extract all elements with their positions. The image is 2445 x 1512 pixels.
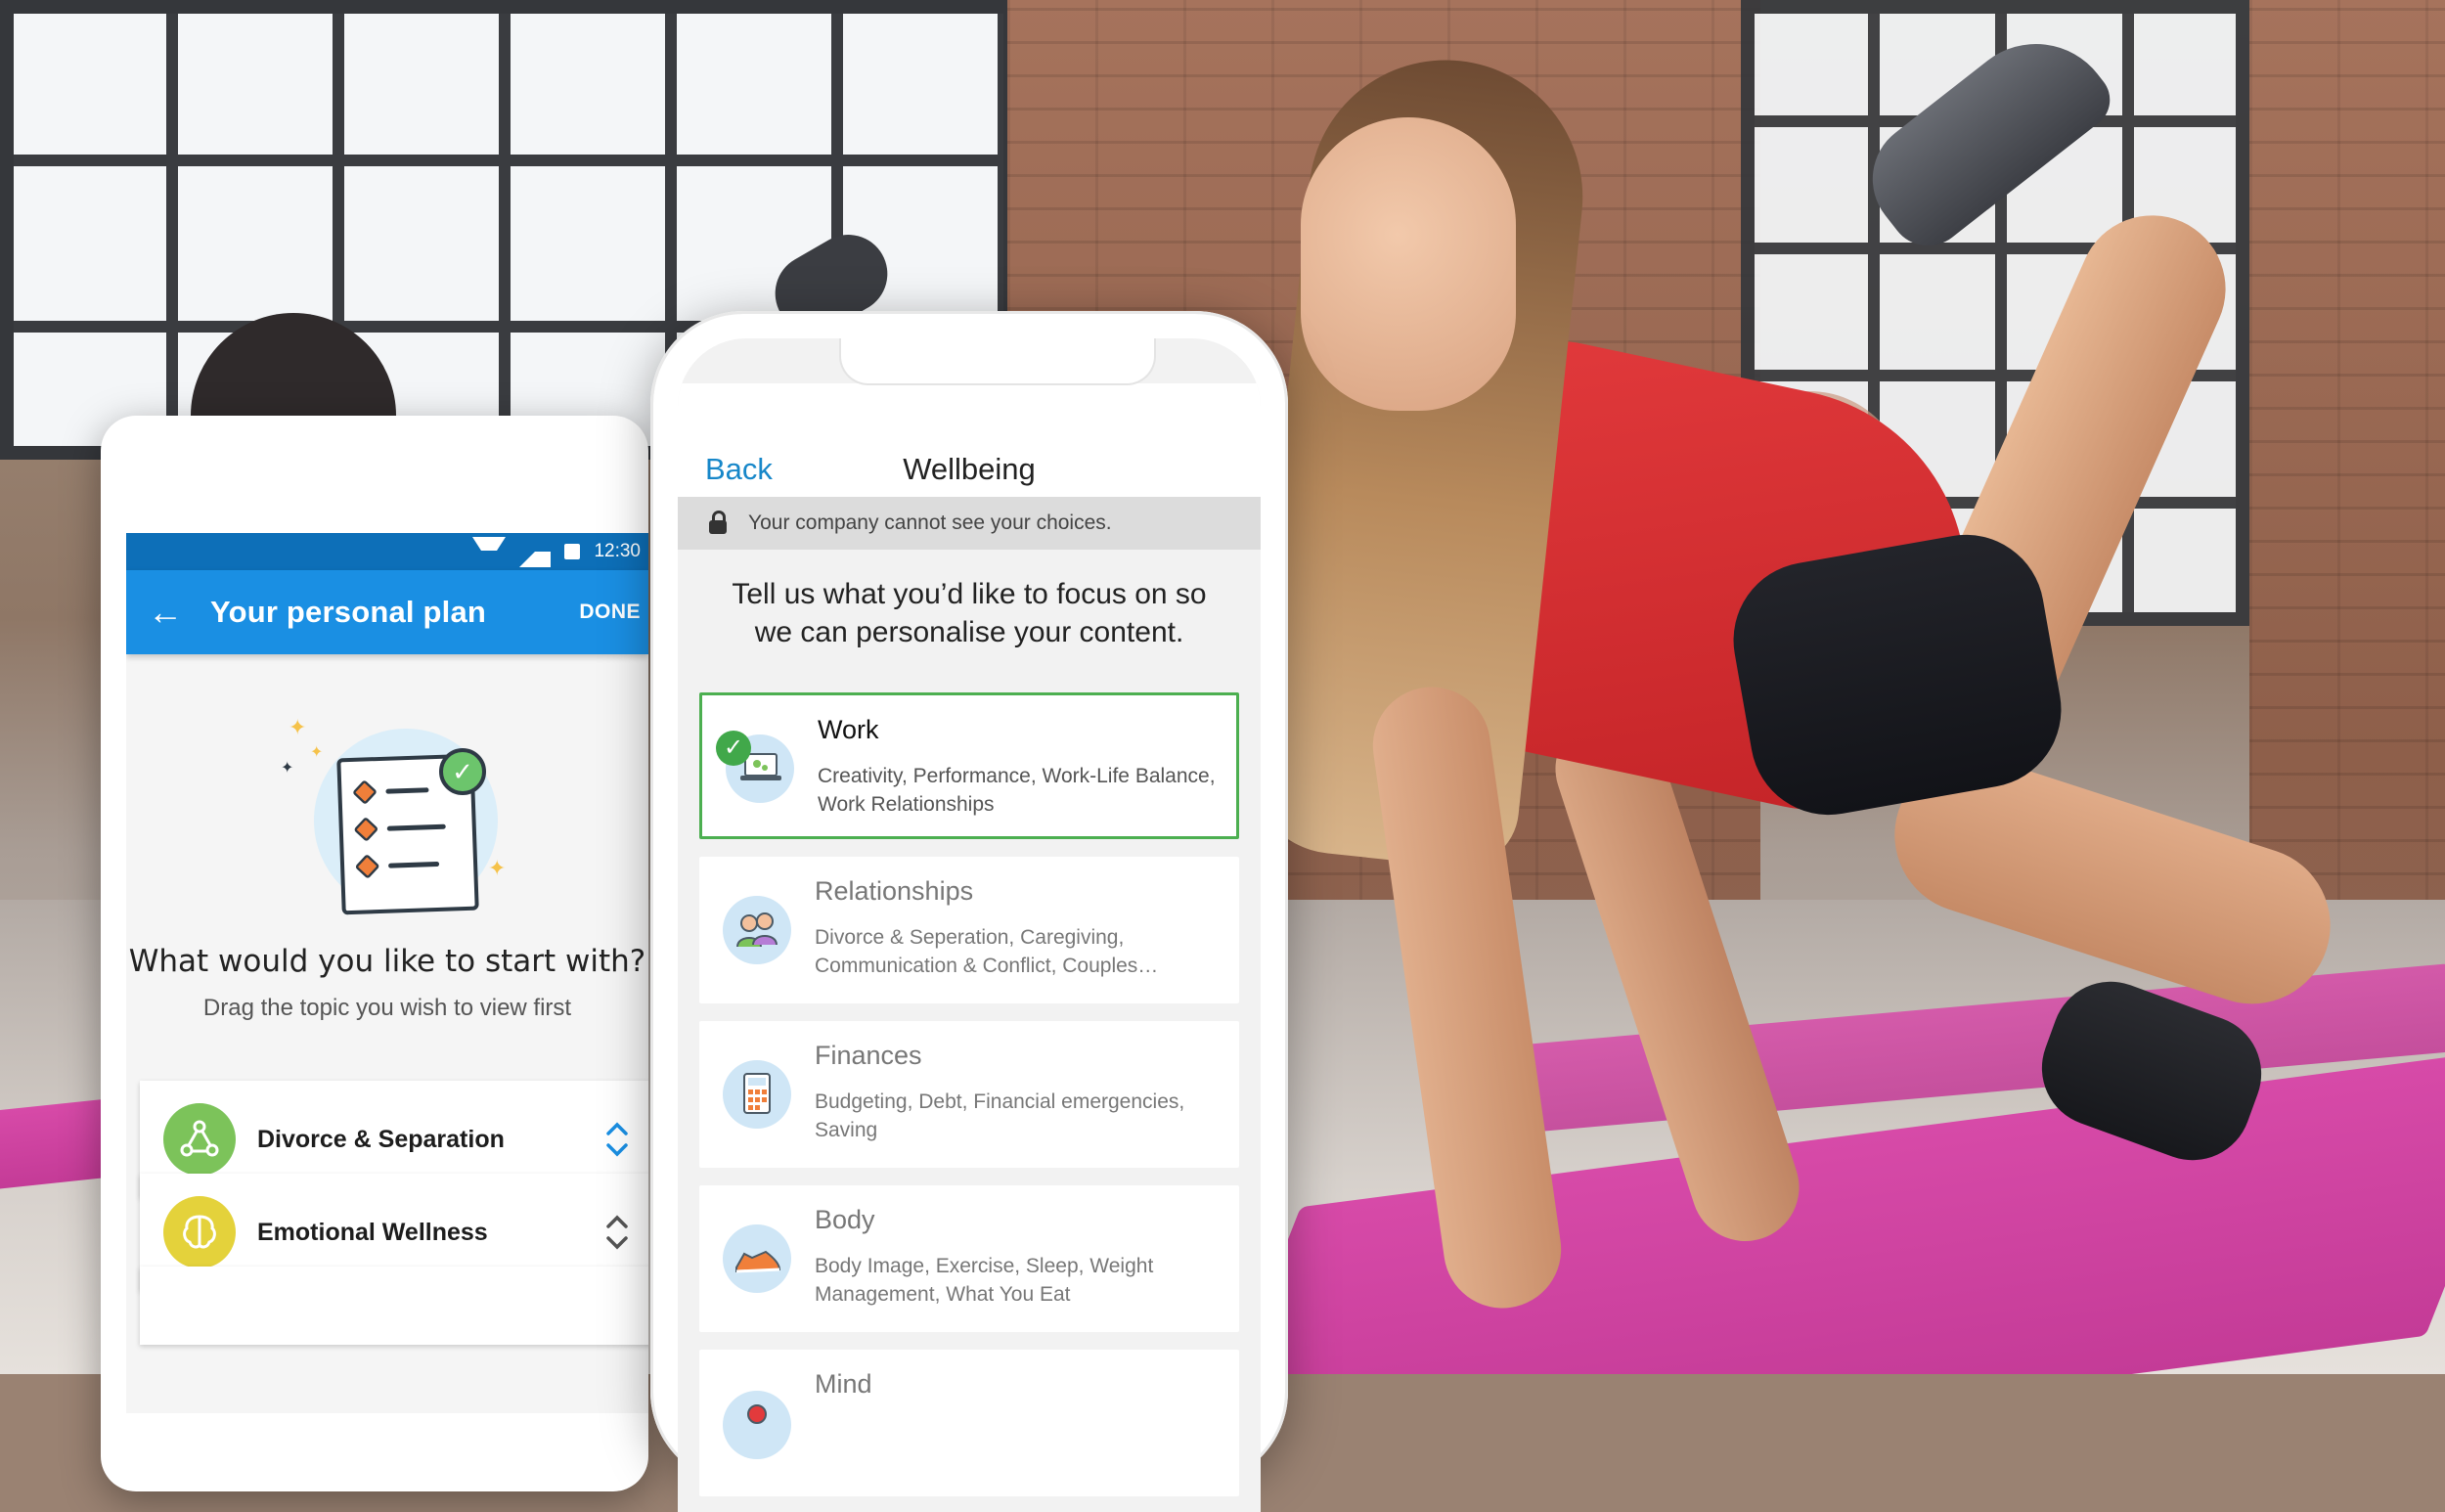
android-screen: 12:30 ← Your personal plan DONE ✦ ✦ ✦ ✦ …	[126, 533, 648, 1413]
woman-face	[1301, 117, 1516, 411]
category-card-finances[interactable]: Finances Budgeting, Debt, Financial emer…	[699, 1021, 1239, 1168]
navigation-bar: Back Wellbeing	[678, 383, 1261, 497]
ios-screen: Back Wellbeing Your company cannot see y…	[678, 338, 1261, 1512]
reorder-arrows-icon[interactable]	[604, 1120, 630, 1159]
mind-icon	[723, 1391, 791, 1459]
calculator-icon	[723, 1060, 791, 1129]
signal-icon	[519, 536, 552, 567]
topic-label: Divorce & Separation	[257, 1125, 505, 1153]
app-bar: ← Your personal plan DONE	[126, 570, 648, 654]
done-button[interactable]: DONE	[579, 600, 641, 624]
phone-notch	[839, 338, 1156, 385]
focus-question: Tell us what you’d like to focus on so w…	[732, 578, 1207, 648]
wifi-icon	[472, 537, 507, 566]
brain-icon	[163, 1196, 236, 1268]
category-title: Work	[818, 715, 879, 744]
status-bar: 12:30	[126, 533, 648, 570]
ios-phone: Back Wellbeing Your company cannot see y…	[650, 311, 1288, 1512]
back-arrow-icon[interactable]: ←	[126, 570, 200, 654]
category-description: Budgeting, Debt, Financial emergencies, …	[815, 1090, 1185, 1141]
category-title: Finances	[815, 1041, 922, 1070]
privacy-note: Your company cannot see your choices.	[748, 511, 1112, 534]
status-time: 12:30	[594, 541, 641, 561]
category-description: Body Image, Exercise, Sleep, Weight Mana…	[815, 1255, 1154, 1306]
battery-icon	[564, 544, 581, 559]
selected-check-icon: ✓	[716, 731, 751, 766]
sneaker-icon	[723, 1224, 791, 1293]
category-title: Relationships	[815, 876, 974, 906]
checkmark-icon: ✓	[439, 748, 486, 795]
sparkle-icon: ✦	[281, 760, 294, 777]
topic-label: Emotional Wellness	[257, 1218, 488, 1246]
people-icon	[723, 896, 791, 964]
page-title: Wellbeing	[903, 452, 1036, 486]
category-card-body[interactable]: Body Body Image, Exercise, Sleep, Weight…	[699, 1185, 1239, 1332]
start-question: What would you like to start with?	[128, 944, 646, 979]
app-bar-title: Your personal plan	[210, 595, 487, 629]
android-phone: 12:30 ← Your personal plan DONE ✦ ✦ ✦ ✦ …	[101, 416, 648, 1491]
privacy-banner: Your company cannot see your choices.	[678, 497, 1261, 550]
topic-card[interactable]	[140, 1267, 648, 1345]
drag-hint: Drag the topic you wish to view first	[202, 995, 572, 1021]
sparkle-icon: ✦	[310, 744, 324, 761]
category-description: Divorce & Seperation, Caregiving, Commun…	[815, 926, 1159, 977]
sparkle-icon: ✦	[289, 715, 307, 739]
reorder-arrows-icon[interactable]	[604, 1213, 630, 1252]
sparkle-icon: ✦	[488, 856, 507, 880]
people-network-icon	[163, 1103, 236, 1176]
category-title: Body	[815, 1205, 875, 1234]
category-description: Creativity, Performance, Work-Life Balan…	[818, 765, 1216, 816]
checklist-illustration: ✦ ✦ ✦ ✦ ✓	[281, 715, 506, 915]
category-card-mind[interactable]: Mind	[699, 1350, 1239, 1496]
lock-icon	[709, 511, 727, 534]
category-card-work[interactable]: ✓ Work Creativity, Performance, Work-Lif…	[699, 692, 1239, 839]
category-card-relationships[interactable]: Relationships Divorce & Seperation, Care…	[699, 857, 1239, 1003]
